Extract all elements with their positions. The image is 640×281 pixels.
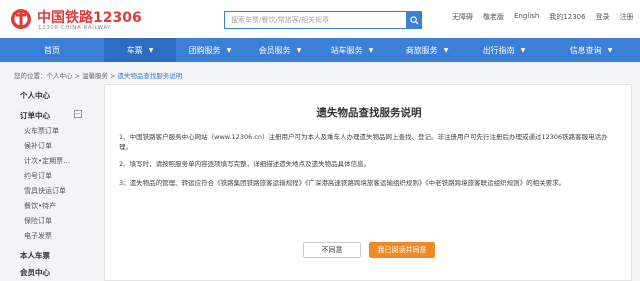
collapse-icon[interactable]: − [74, 110, 82, 118]
main-nav: 首页 车票 ▼ 团购服务 ▼ 会员服务 ▼ 站车服务 ▼ 商旅服务 ▼ 出行指南 ▼ 信息查… [0, 38, 640, 62]
nav-group-service[interactable]: 团购服务 ▼ [176, 38, 244, 62]
breadcrumb-separator: > [74, 72, 80, 80]
nav-info-query[interactable]: 信息查询 ▼ [542, 38, 640, 62]
search-button[interactable] [406, 11, 422, 29]
nav-label: 站车服务 [330, 45, 363, 55]
search-icon [409, 15, 419, 25]
china-railway-logo-icon [11, 9, 31, 29]
chevron-down-icon: ▼ [607, 46, 613, 54]
nav-tickets[interactable]: 车票 ▼ [104, 38, 176, 62]
sidebar-personal-center[interactable]: 个人中心 [20, 90, 50, 101]
nav-label: 商旅服务 [405, 45, 438, 55]
search-box [224, 11, 422, 29]
disagree-button[interactable]: 不同意 [303, 242, 361, 258]
sidebar-item-train-orders[interactable]: 火车票订单 [24, 126, 59, 136]
main-panel: 遗失物品查找服务说明 1、中国铁路客户服务中心网站（www.12306.cn）注… [104, 84, 632, 281]
site-header: 中国铁路12306 12306 CHINA RAILWAY 无障碍 敬老版 En… [0, 0, 640, 38]
nav-label: 首页 [44, 45, 60, 55]
nav-home[interactable]: 首页 [0, 38, 104, 62]
breadcrumb-prefix: 您的位置： [14, 72, 47, 80]
nav-travel-guide[interactable]: 出行指南 ▼ [466, 38, 542, 62]
link-register[interactable]: 注册 [620, 12, 634, 22]
breadcrumb-item-warm-service[interactable]: 温馨服务 [82, 72, 108, 80]
breadcrumb-separator: > [109, 72, 116, 80]
logo[interactable]: 中国铁路12306 12306 CHINA RAILWAY [10, 6, 142, 34]
breadcrumb: 您的位置：个人中心 > 温馨服务 > 遗失物品查找服务说明 [14, 70, 182, 80]
chevron-down-icon: ▼ [520, 46, 526, 54]
link-english[interactable]: English [514, 12, 539, 22]
sidebar-my-tickets[interactable]: 本人车票 [20, 250, 50, 261]
link-elderly[interactable]: 敬老版 [483, 12, 504, 22]
chevron-down-icon: ▼ [226, 46, 232, 54]
chevron-down-icon: ▼ [148, 46, 154, 54]
chevron-down-icon: ▼ [296, 46, 302, 54]
nav-label: 车票 [126, 45, 143, 55]
sidebar-item-reservation-orders[interactable]: 约号订单 [24, 171, 52, 181]
sidebar: 个人中心 订单中心 − 火车票订单 候补订单 计次•定期票… 约号订单 雪具快运… [14, 84, 98, 281]
nav-label: 出行指南 [482, 45, 515, 55]
nav-station-service[interactable]: 站车服务 ▼ [316, 38, 388, 62]
instruction-paragraph-3: 3、遗失物品的管理、转运应符合《铁路集团铁路旅客运输规程》《广深港高速铁路跨境旅… [119, 179, 566, 187]
agree-button[interactable]: 我已阅读并同意 [369, 242, 435, 258]
nav-member-service[interactable]: 会员服务 ▼ [244, 38, 316, 62]
chevron-down-icon: ▼ [443, 46, 449, 54]
nav-label: 信息查询 [569, 45, 602, 55]
link-my-12306[interactable]: 我的12306 [549, 12, 585, 22]
breadcrumb-item-personal-center[interactable]: 个人中心 [47, 72, 73, 80]
chevron-down-icon: ▼ [368, 46, 374, 54]
page-title: 遗失物品查找服务说明 [316, 107, 422, 119]
sidebar-member-center[interactable]: 会员中心 [20, 267, 50, 278]
logo-subtitle: 12306 CHINA RAILWAY [38, 25, 112, 31]
nav-label: 团购服务 [188, 45, 221, 55]
sidebar-order-center[interactable]: 订单中心 [20, 110, 50, 121]
sidebar-item-catering[interactable]: 餐饮•特产 [24, 201, 56, 211]
instruction-paragraph-1: 1、中国铁路客户服务中心网站（www.12306.cn）注册用户可为本人及乘车人… [119, 133, 608, 151]
link-login[interactable]: 登录 [596, 12, 610, 22]
sidebar-item-waitlist-orders[interactable]: 候补订单 [24, 141, 52, 151]
logo-title: 中国铁路12306 [37, 10, 142, 26]
top-links: 无障碍 敬老版 English 我的12306 登录 注册 [452, 12, 634, 22]
search-input[interactable] [224, 11, 406, 29]
sidebar-item-insurance[interactable]: 保险订单 [24, 216, 52, 226]
instruction-paragraph-2: 2、填写时，请按照服务单内容逐项填写完整，详细描述遗失地点及遗失物品具体信息。 [119, 160, 371, 168]
sidebar-item-ski-express[interactable]: 雪具快运订单 [24, 186, 66, 196]
sidebar-item-e-invoice[interactable]: 电子发票 [24, 231, 52, 241]
nav-label: 会员服务 [258, 45, 291, 55]
nav-business-service[interactable]: 商旅服务 ▼ [388, 38, 466, 62]
sidebar-item-period-tickets[interactable]: 计次•定期票… [24, 156, 70, 166]
link-accessibility[interactable]: 无障碍 [452, 12, 473, 22]
breadcrumb-current: 遗失物品查找服务说明 [117, 72, 183, 80]
